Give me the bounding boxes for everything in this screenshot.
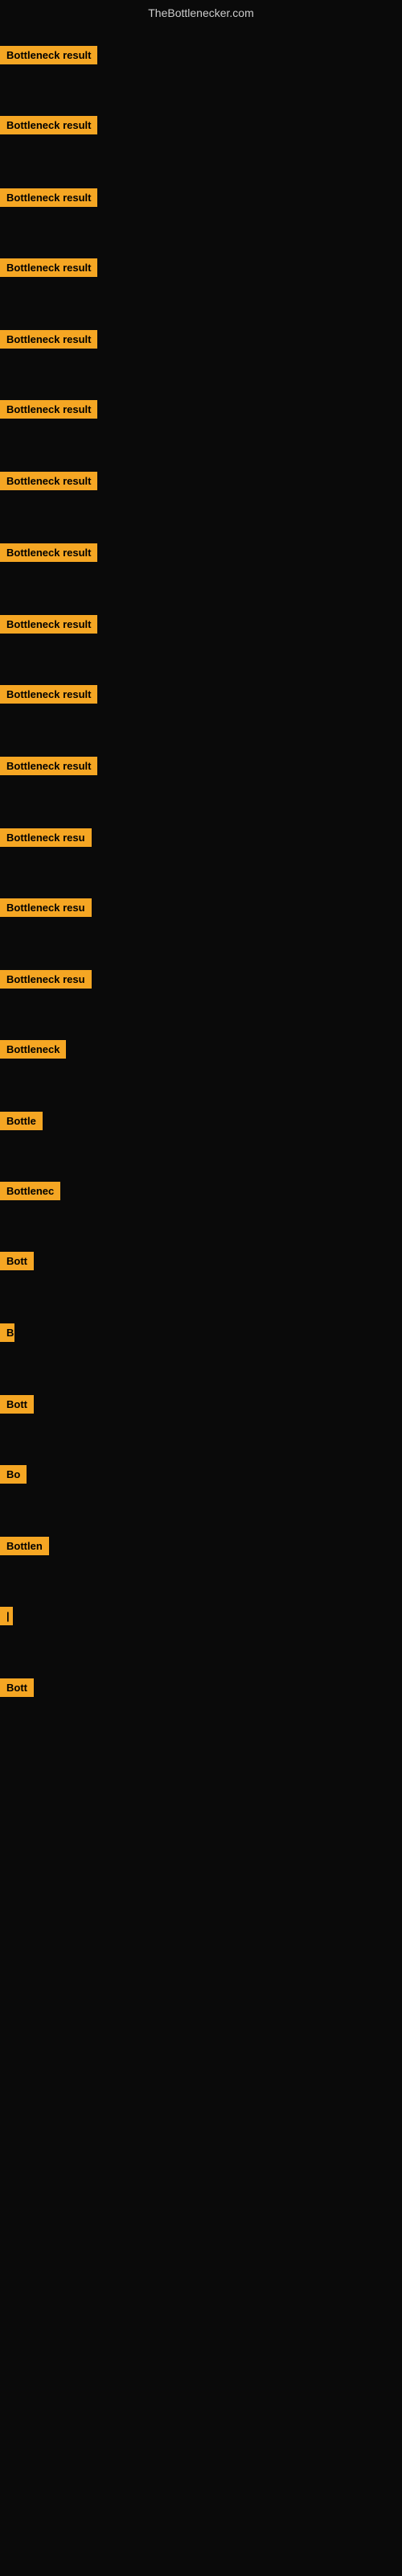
bottleneck-result-21: Bo — [0, 1465, 27, 1488]
bottleneck-label-16: Bottle — [0, 1112, 43, 1130]
bottleneck-label-4: Bottleneck result — [0, 258, 97, 277]
bottleneck-label-19: B — [0, 1323, 14, 1342]
bottleneck-label-5: Bottleneck result — [0, 330, 97, 349]
bottleneck-result-9: Bottleneck result — [0, 615, 97, 638]
bottleneck-result-11: Bottleneck result — [0, 757, 97, 779]
bottleneck-result-22: Bottlen — [0, 1537, 49, 1559]
bottleneck-result-8: Bottleneck result — [0, 543, 97, 566]
bottleneck-result-10: Bottleneck result — [0, 685, 97, 708]
bottleneck-label-17: Bottlenec — [0, 1182, 60, 1200]
bottleneck-result-19: B — [0, 1323, 14, 1346]
bottleneck-result-3: Bottleneck result — [0, 188, 97, 211]
bottleneck-result-14: Bottleneck resu — [0, 970, 92, 993]
bottleneck-label-14: Bottleneck resu — [0, 970, 92, 989]
site-title: TheBottlenecker.com — [0, 0, 402, 26]
bottleneck-result-15: Bottleneck — [0, 1040, 66, 1063]
bottleneck-result-23: | — [0, 1607, 13, 1629]
bottleneck-label-8: Bottleneck result — [0, 543, 97, 562]
bottleneck-label-12: Bottleneck resu — [0, 828, 92, 847]
bottleneck-result-7: Bottleneck result — [0, 472, 97, 494]
bottleneck-label-21: Bo — [0, 1465, 27, 1484]
bottleneck-result-12: Bottleneck resu — [0, 828, 92, 851]
bottleneck-label-13: Bottleneck resu — [0, 898, 92, 917]
bottleneck-result-6: Bottleneck result — [0, 400, 97, 423]
bottleneck-label-18: Bott — [0, 1252, 34, 1270]
bottleneck-result-24: Bott — [0, 1678, 34, 1701]
bottleneck-label-23: | — [0, 1607, 13, 1625]
bottleneck-result-20: Bott — [0, 1395, 34, 1418]
bottleneck-label-6: Bottleneck result — [0, 400, 97, 419]
bottleneck-result-16: Bottle — [0, 1112, 43, 1134]
bottleneck-result-2: Bottleneck result — [0, 116, 97, 138]
bottleneck-label-15: Bottleneck — [0, 1040, 66, 1059]
bottleneck-label-11: Bottleneck result — [0, 757, 97, 775]
bottleneck-result-13: Bottleneck resu — [0, 898, 92, 921]
bottleneck-label-22: Bottlen — [0, 1537, 49, 1555]
bottleneck-label-9: Bottleneck result — [0, 615, 97, 634]
bottleneck-label-20: Bott — [0, 1395, 34, 1414]
bottleneck-label-7: Bottleneck result — [0, 472, 97, 490]
bottleneck-result-18: Bott — [0, 1252, 34, 1274]
bottleneck-result-1: Bottleneck result — [0, 46, 97, 68]
bottleneck-label-3: Bottleneck result — [0, 188, 97, 207]
bottleneck-label-24: Bott — [0, 1678, 34, 1697]
bottleneck-label-10: Bottleneck result — [0, 685, 97, 704]
bottleneck-result-5: Bottleneck result — [0, 330, 97, 353]
bottleneck-label-2: Bottleneck result — [0, 116, 97, 134]
bottleneck-result-17: Bottlenec — [0, 1182, 60, 1204]
bottleneck-result-4: Bottleneck result — [0, 258, 97, 281]
bottleneck-label-1: Bottleneck result — [0, 46, 97, 64]
